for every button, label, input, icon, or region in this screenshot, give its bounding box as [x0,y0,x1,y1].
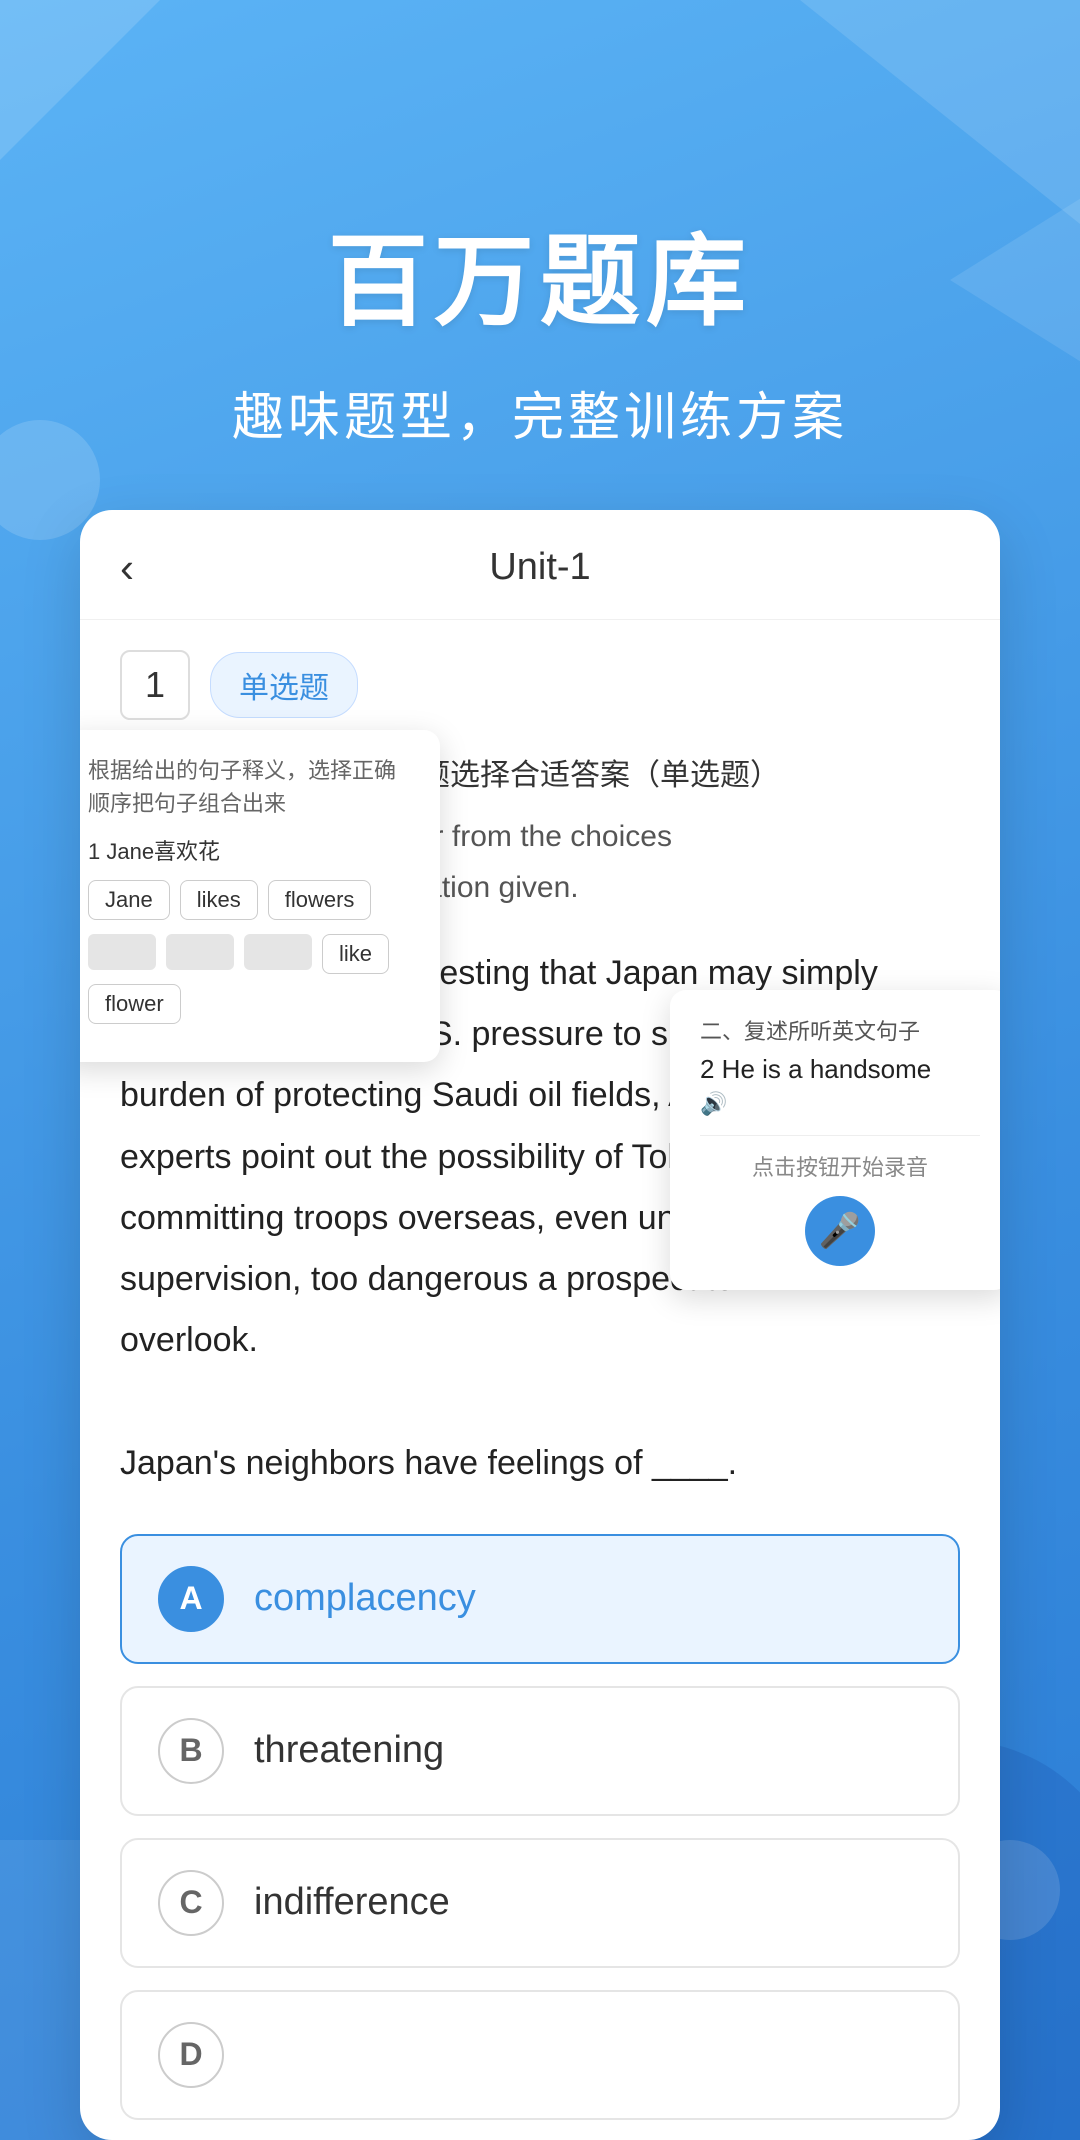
hero-title: 百万题库 [232,200,848,345]
answer-slots: like [88,934,412,974]
popup-instruction: 根据给出的句子释义，选择正确顺序把句子组合出来 [88,754,412,820]
popup-audio-header: 二、复述所听英文句子 [700,1014,980,1046]
popup-sentence-order: 根据给出的句子释义，选择正确顺序把句子组合出来 1 Jane喜欢花 Jane l… [80,730,440,1062]
popup-audio-divider [700,1135,980,1136]
word-chip-flower[interactable]: flower [88,984,181,1024]
question-meta: 1 单选题 [80,620,1000,740]
word-chips-container: Jane likes flowers [88,880,412,920]
option-c-circle: C [158,1870,224,1936]
answer-slot-1[interactable] [88,934,156,970]
question-type-badge: 单选题 [210,652,358,718]
option-b-text: threatening [254,1729,444,1772]
option-a-circle: A [158,1566,224,1632]
audio-speaker-icon[interactable]: 🔊 [700,1091,980,1117]
popup-sentence-label: 1 Jane喜欢花 [88,834,412,866]
word-chip-flowers[interactable]: flowers [268,880,372,920]
popup-audio-sentence: 2 He is a handsome [700,1054,980,1085]
back-button[interactable]: ‹ [120,544,134,592]
option-b[interactable]: B threatening [120,1686,960,1816]
mic-icon: 🎤 [819,1211,861,1251]
word-chips-bottom: flower [88,984,412,1024]
main-card: 根据给出的句子释义，选择正确顺序把句子组合出来 1 Jane喜欢花 Jane l… [80,510,1000,2140]
option-d-circle: D [158,2022,224,2088]
option-a[interactable]: A complacency [120,1534,960,1664]
popup-audio: 二、复述所听英文句子 2 He is a handsome 🔊 点击按钮开始录音… [670,990,1000,1290]
option-a-text: complacency [254,1577,476,1620]
answer-slot-3[interactable] [244,934,312,970]
answer-word-like[interactable]: like [322,934,389,974]
option-c[interactable]: C indifference [120,1838,960,1968]
option-b-circle: B [158,1718,224,1784]
hero-subtitle: 趣味题型，完整训练方案 [232,375,848,450]
options-container: A complacency B threatening C indifferen… [80,1514,1000,2140]
popup-audio-record-label: 点击按钮开始录音 [700,1150,980,1182]
hero-section: 百万题库 趣味题型，完整训练方案 [232,0,848,450]
answer-slot-2[interactable] [166,934,234,970]
mic-button[interactable]: 🎤 [805,1196,875,1266]
word-chip-likes[interactable]: likes [180,880,258,920]
card-header: ‹ Unit-1 [80,510,1000,620]
option-c-text: indifference [254,1881,450,1924]
word-chip-jane[interactable]: Jane [88,880,170,920]
question-number: 1 [120,650,190,720]
option-d[interactable]: D [120,1990,960,2120]
card-title: Unit-1 [489,546,590,589]
